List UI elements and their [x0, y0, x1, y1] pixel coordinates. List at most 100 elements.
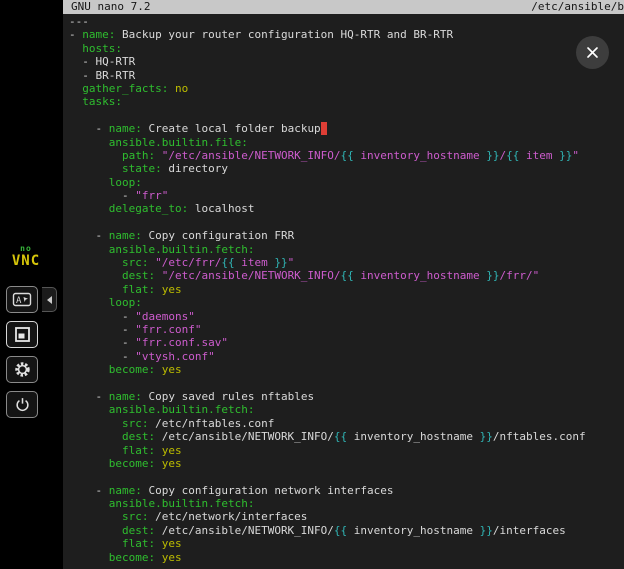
code-segment: yes [162, 457, 182, 470]
code-segment: /etc/nftables.conf [148, 417, 274, 430]
code-segment [69, 269, 122, 282]
code-segment: localhost [188, 202, 254, 215]
code-segment: - HQ-RTR [69, 55, 135, 68]
code-segment: {{ [506, 149, 519, 162]
code-segment: yes [162, 551, 182, 564]
code-segment: path: [122, 149, 155, 162]
code-segment: - [69, 229, 109, 242]
code-segment: tasks: [82, 95, 122, 108]
editor-line: - "daemons" [69, 310, 624, 323]
editor-line: - name: Backup your router configuration… [69, 28, 624, 41]
code-segment: state: [122, 162, 162, 175]
editor-line: src: /etc/network/interfaces [69, 510, 624, 523]
code-segment: Copy saved rules nftables [142, 390, 314, 403]
terminal-window[interactable]: GNU nano 7.2 /etc/ansible/b ---- name: B… [63, 0, 624, 569]
svg-text:A: A [16, 296, 22, 306]
editor-line: state: directory [69, 162, 624, 175]
novnc-logo-text: VNC [4, 254, 48, 268]
editor-line [69, 470, 624, 483]
editor-line: --- [69, 15, 624, 28]
editor-line [69, 216, 624, 229]
code-segment: become: [109, 363, 155, 376]
code-segment: }} [480, 524, 493, 537]
code-segment [155, 283, 162, 296]
code-segment: name: [109, 229, 142, 242]
code-segment: "frr.conf" [135, 323, 201, 336]
code-segment: - BR-RTR [69, 69, 135, 82]
code-segment: "frr.conf.sav" [135, 336, 228, 349]
chevron-left-icon [44, 294, 54, 306]
code-segment: - [69, 336, 135, 349]
editor-line: - name: Copy saved rules nftables [69, 390, 624, 403]
code-segment [69, 256, 122, 269]
code-segment: flat: [122, 444, 155, 457]
code-segment [69, 457, 109, 470]
fullscreen-button[interactable] [6, 321, 38, 348]
code-segment: --- [69, 15, 89, 28]
editor-line: loop: [69, 176, 624, 189]
code-segment: /etc/ansible/NETWORK_INFO/ [155, 524, 334, 537]
editor-line: flat: yes [69, 283, 624, 296]
novnc-logo: no VNC [4, 245, 48, 268]
editor-line: dest: "/etc/ansible/NETWORK_INFO/{{ inve… [69, 269, 624, 282]
code-segment [155, 457, 162, 470]
code-segment: flat: [122, 537, 155, 550]
code-segment: src: [122, 510, 149, 523]
code-segment [69, 162, 122, 175]
code-segment: ansible.builtin.fetch: [109, 403, 255, 416]
editor-line: become: yes [69, 457, 624, 470]
code-segment: " [572, 149, 579, 162]
code-segment [155, 551, 162, 564]
editor-line: - name: Copy configuration network inter… [69, 484, 624, 497]
code-segment: ansible.builtin.fetch: [109, 497, 255, 510]
code-segment: Copy configuration network interfaces [142, 484, 394, 497]
code-segment: "/etc/ansible/NETWORK_INFO/ [162, 149, 341, 162]
code-segment: "/etc/ansible/NETWORK_INFO/ [162, 269, 341, 282]
code-segment [69, 202, 109, 215]
code-segment: "frr" [135, 189, 168, 202]
overlay-close-button[interactable] [576, 36, 609, 69]
editor-line: dest: /etc/ansible/NETWORK_INFO/{{ inven… [69, 524, 624, 537]
editor-line: loop: [69, 296, 624, 309]
code-segment [155, 363, 162, 376]
vnc-control-bar: no VNC A [0, 0, 63, 569]
code-segment [168, 82, 175, 95]
code-segment: gather_facts: [82, 82, 168, 95]
editor-line: src: /etc/nftables.conf [69, 417, 624, 430]
code-segment: ansible.builtin.fetch: [109, 243, 255, 256]
code-segment [69, 176, 109, 189]
gear-icon [13, 360, 32, 379]
code-segment [69, 109, 76, 122]
vnc-viewport: no VNC A [0, 0, 624, 569]
code-segment [69, 216, 76, 229]
code-segment: - [69, 310, 135, 323]
code-segment: become: [109, 457, 155, 470]
code-segment: yes [162, 363, 182, 376]
editor-line: hosts: [69, 42, 624, 55]
code-segment: yes [162, 537, 182, 550]
code-segment [69, 95, 82, 108]
code-segment: dest: [122, 430, 155, 443]
code-segment: }} [486, 269, 499, 282]
power-button[interactable] [6, 391, 38, 418]
editor-line: delegate_to: localhost [69, 202, 624, 215]
code-segment [69, 243, 109, 256]
code-segment: src: [122, 256, 149, 269]
code-segment [69, 136, 109, 149]
clipboard-icon: A [12, 292, 32, 308]
editor-lines[interactable]: ---- name: Backup your router configurat… [63, 14, 624, 564]
code-segment: inventory_hostname [347, 524, 479, 537]
code-segment: name: [82, 28, 115, 41]
code-segment: ansible.builtin.file: [109, 136, 248, 149]
code-segment: /frr/" [500, 269, 540, 282]
editor-line: become: yes [69, 363, 624, 376]
control-bar-handle[interactable] [42, 287, 57, 312]
clipboard-button[interactable]: A [6, 286, 38, 313]
code-segment: /interfaces [493, 524, 566, 537]
close-icon [585, 45, 600, 60]
code-segment: "/etc/frr/ [155, 256, 221, 269]
code-segment: yes [162, 444, 182, 457]
code-segment: Create local folder backup [142, 122, 321, 135]
power-icon [14, 396, 31, 413]
settings-button[interactable] [6, 356, 38, 383]
